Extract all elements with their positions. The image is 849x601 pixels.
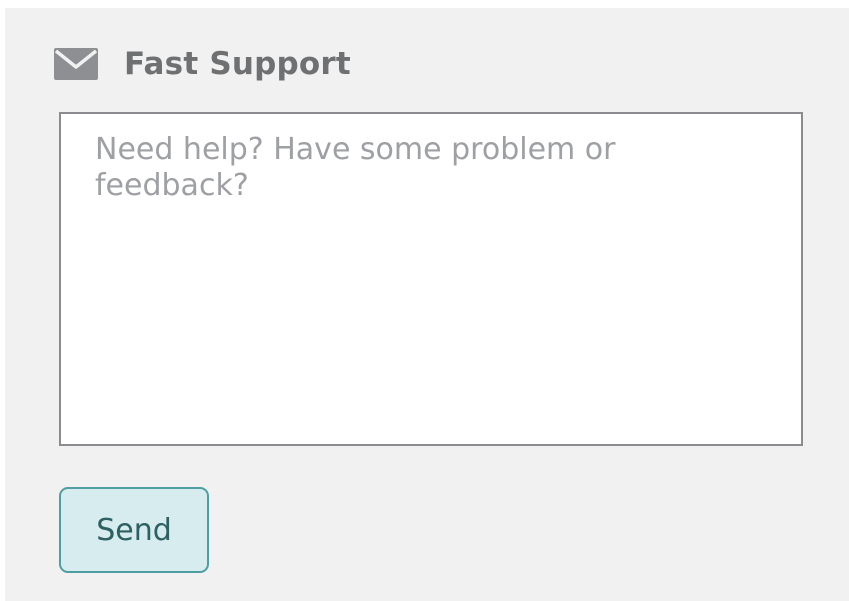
support-header: Fast Support — [54, 36, 351, 92]
send-button[interactable]: Send — [59, 487, 209, 573]
envelope-icon — [54, 48, 98, 80]
support-title: Fast Support — [124, 46, 351, 82]
support-message-input[interactable] — [59, 112, 803, 446]
